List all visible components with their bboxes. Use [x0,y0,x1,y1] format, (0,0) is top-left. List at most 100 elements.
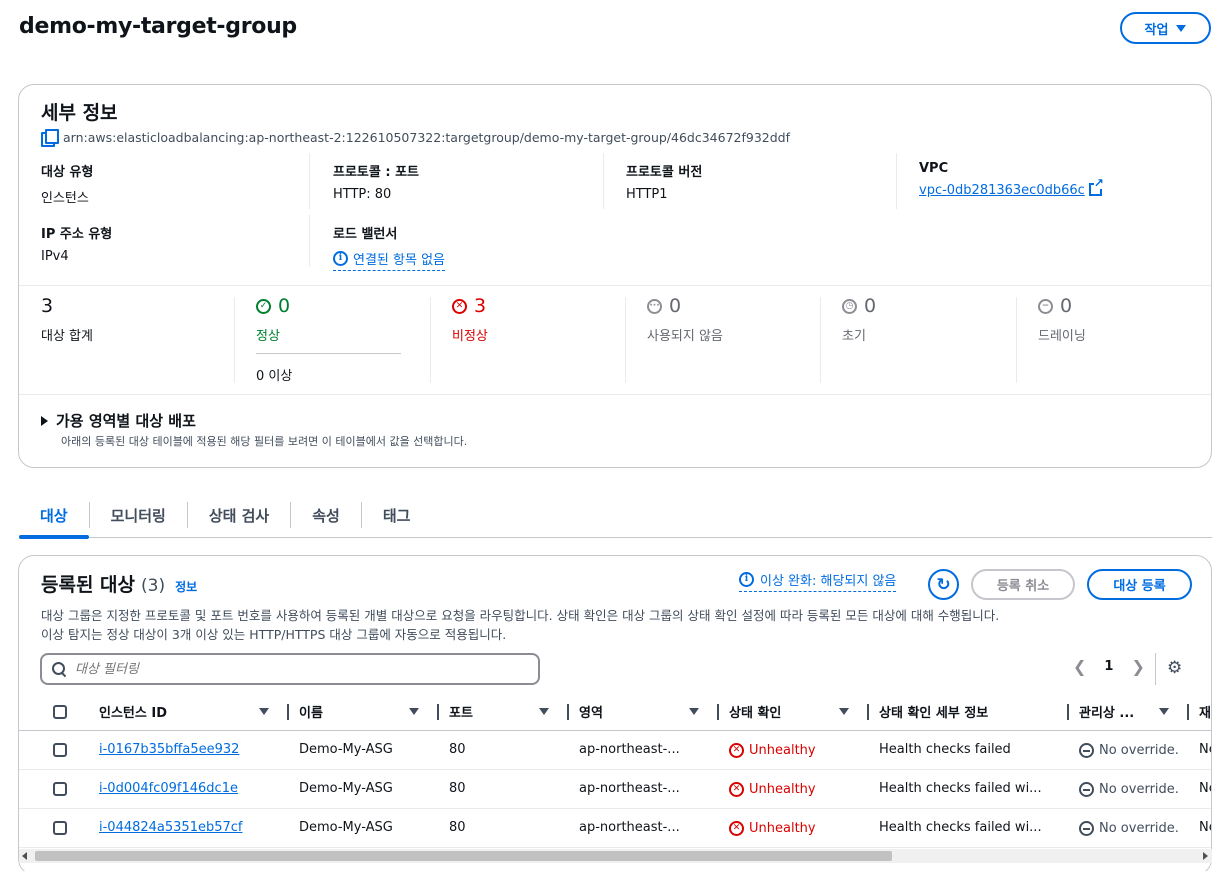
vpc-link[interactable]: vpc-0db281363ec0db66c [919,183,1085,198]
column-header[interactable]: 영역 [579,694,729,731]
stat-unused: ··· 0 사용되지 않음 [647,295,723,344]
ip-type-value: IPv4 [41,249,69,264]
sort-icon[interactable] [839,708,849,716]
column-resizer[interactable] [867,703,869,720]
pagination: ❮ 1 ❯ [1073,657,1145,676]
table-row[interactable]: i-044824a5351eb57cf Demo-My-ASG 80 ap-no… [19,808,1211,848]
row-checkbox[interactable] [53,820,67,835]
sort-icon[interactable] [259,708,269,716]
row-checkbox[interactable] [53,742,67,757]
protocol-port-label: 프로토콜 : 포트 [333,165,420,180]
deregister-button[interactable]: 등록 취소 [971,569,1075,600]
table-row[interactable]: i-0167b35bffa5ee932 Demo-My-ASG 80 ap-no… [19,730,1211,770]
tab-bar: 대상 모니터링 상태 검사 속성 태그 [19,500,1212,539]
divider [820,297,821,383]
row-checkbox[interactable] [53,781,67,796]
override-label: No override. [1099,821,1179,837]
tab-attributes[interactable]: 속성 [291,500,361,538]
column-header[interactable]: 재 [1199,694,1211,731]
column-header[interactable]: 상태 확인 [729,694,879,731]
load-balancer-label: 로드 밸런서 [333,227,398,242]
load-balancer-link[interactable]: i 연결된 항목 없음 [333,249,445,271]
minus-circle-icon: − [1038,298,1053,314]
register-targets-button[interactable]: 대상 등록 [1087,569,1192,600]
column-header-label: 이름 [299,706,323,722]
port-cell: 80 [449,730,579,770]
select-all-cell [19,694,99,731]
load-balancer: 로드 밸런서 i 연결된 항목 없음 [333,223,445,271]
registered-title: 등록된 대상 [41,574,136,596]
x-circle-icon: ✕ [729,782,744,797]
instance-id-link[interactable]: i-0167b35bffa5ee932 [99,742,239,757]
stat-draining: − 0 드레이닝 [1038,295,1086,344]
ip-type: IP 주소 유형 IPv4 [41,223,112,264]
registered-targets-panel: 등록된 대상 (3) 정보 i 이상 완화: 해당되지 않음 ↻ 등록 취소 대… [18,555,1212,871]
override-label: No override. [1099,782,1179,798]
tab-health-checks[interactable]: 상태 검사 [188,500,290,538]
column-resizer[interactable] [287,703,289,720]
tab-tags[interactable]: 태그 [362,500,432,538]
external-link-icon[interactable] [1088,177,1104,196]
registered-description-line2: 이상 탐지는 정상 대상이 3개 이상 있는 HTTP/HTTPS 대상 그룹에… [41,627,507,642]
column-header-label: 관리상 ... [1079,706,1135,722]
registered-description: 대상 그룹은 지정한 프로토콜 및 포트 번호를 사용하여 등록된 개별 대상으… [41,606,1201,644]
stat-draining-label: 드레이닝 [1038,329,1086,344]
column-resizer[interactable] [1187,703,1189,720]
pager-separator [1155,653,1156,685]
tab-monitoring[interactable]: 모니터링 [90,500,187,538]
chevron-right-icon[interactable]: ❯ [1131,657,1144,676]
instance-id-link[interactable]: i-0d004fc09f146dc1e [99,781,238,796]
column-header[interactable]: 포트 [449,694,579,731]
column-header[interactable]: 관리상 ... [1079,694,1199,731]
distribution-toggle[interactable]: 가용 영역별 대상 배포 [41,410,196,431]
table-row[interactable]: i-0d004fc09f146dc1e Demo-My-ASG 80 ap-no… [19,769,1211,809]
refresh-button[interactable]: ↻ [928,569,959,600]
column-resizer[interactable] [567,703,569,720]
horizontal-scrollbar[interactable] [19,849,1212,863]
sort-icon[interactable] [409,708,419,716]
protocol-port: 프로토콜 : 포트 HTTP: 80 [333,161,419,202]
actions-button-label: 작업 [1144,22,1169,38]
column-header-label: 영역 [579,706,603,722]
sort-icon[interactable] [1159,708,1169,716]
health-status: ✕ Unhealthy [729,782,816,797]
tab-targets[interactable]: 대상 [19,500,89,539]
gear-icon[interactable]: ⚙ [1167,658,1182,678]
instance-id-link[interactable]: i-044824a5351eb57cf [99,820,243,835]
port-cell: 80 [449,808,579,848]
filter-input[interactable] [75,661,495,677]
info-link[interactable]: 정보 [175,578,197,595]
column-header[interactable]: 이름 [299,694,449,731]
copy-icon[interactable] [41,129,59,147]
column-header-label: 인스턴스 ID [99,706,167,722]
stat-unhealthy: ✕ 3 비정상 [452,295,488,344]
override-status: No override. [1079,821,1179,837]
column-resizer[interactable] [1067,703,1069,720]
page-number[interactable]: 1 [1104,659,1113,674]
scroll-left-icon[interactable] [22,852,27,860]
column-header[interactable]: 인스턴스 ID [99,694,299,731]
select-all-checkbox[interactable] [53,704,67,719]
sort-icon[interactable] [539,708,549,716]
scroll-right-icon[interactable] [1203,852,1208,860]
chevron-left-icon[interactable]: ❮ [1073,657,1086,676]
column-header[interactable]: 상태 확인 세부 정보 [879,694,1079,731]
target-filter[interactable] [40,653,540,685]
sort-icon[interactable] [689,708,699,716]
stat-initial-value: 0 [864,295,877,317]
stat-healthy-sub: 0 이상 [256,369,293,384]
name-cell: Demo-My-ASG [299,808,449,848]
load-balancer-value-wrap: i 연결된 항목 없음 [333,249,445,271]
override-status: No override. [1079,743,1179,759]
anomaly-mitigation-link[interactable]: i 이상 완화: 해당되지 않음 [739,570,897,592]
divider [1016,297,1017,383]
protocol-port-value: HTTP: 80 [333,187,392,202]
actions-button[interactable]: 작업 [1120,12,1211,44]
health-details-cell: Health checks failed wi... [879,769,1079,809]
column-resizer[interactable] [717,703,719,720]
zone-cell: ap-northeast-... [579,769,729,809]
minus-circle-icon [1079,821,1094,837]
column-resizer[interactable] [437,703,439,720]
scrollbar-thumb[interactable] [35,851,892,861]
x-circle-icon: ✕ [729,821,744,836]
